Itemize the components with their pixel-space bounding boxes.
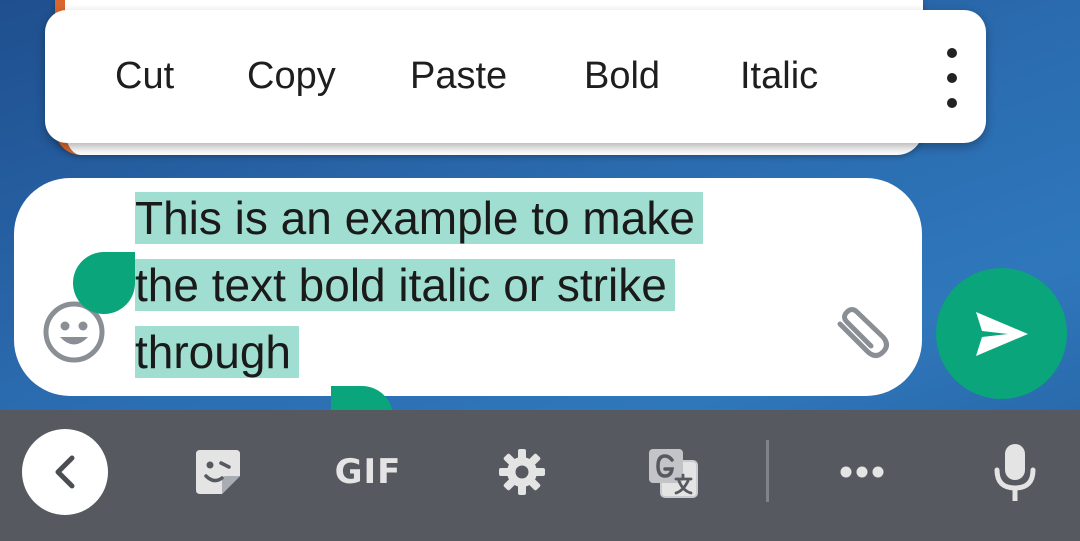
chevron-left-icon: [55, 455, 75, 489]
translate-icon: [649, 449, 698, 498]
menu-item-bold[interactable]: Bold: [584, 10, 660, 143]
sticker-button[interactable]: [190, 444, 246, 500]
gif-button[interactable]: GIF: [330, 440, 406, 504]
send-button[interactable]: [936, 268, 1067, 399]
more-vert-icon[interactable]: [927, 48, 977, 108]
sticker-icon: [196, 450, 240, 494]
selection-start-handle[interactable]: [73, 252, 135, 314]
text-selection-context-menu: Cut Copy Paste Bold Italic: [45, 10, 986, 143]
toolbar-divider: [766, 440, 769, 502]
gear-icon: [499, 449, 545, 495]
keyboard-back-button[interactable]: [22, 429, 108, 515]
microphone-icon: [994, 444, 1036, 501]
keyboard-toolbar: GIF: [0, 410, 1080, 541]
send-icon: [975, 311, 1028, 356]
settings-button[interactable]: [494, 444, 550, 500]
menu-item-copy[interactable]: Copy: [247, 10, 336, 143]
more-options-button[interactable]: [836, 454, 888, 490]
selected-text-line[interactable]: through: [135, 326, 300, 378]
paperclip-icon[interactable]: [830, 302, 896, 362]
voice-input-button[interactable]: [990, 442, 1040, 504]
menu-item-cut[interactable]: Cut: [115, 10, 174, 143]
selected-text-line[interactable]: This is an example to make: [135, 192, 703, 244]
menu-item-italic[interactable]: Italic: [740, 10, 818, 143]
selected-text-line[interactable]: the text bold italic or strike: [135, 259, 675, 311]
menu-item-paste[interactable]: Paste: [410, 10, 507, 143]
message-text[interactable]: This is an example to make the text bold…: [135, 185, 795, 386]
translate-button[interactable]: [644, 444, 702, 502]
more-horiz-icon: [840, 466, 884, 478]
